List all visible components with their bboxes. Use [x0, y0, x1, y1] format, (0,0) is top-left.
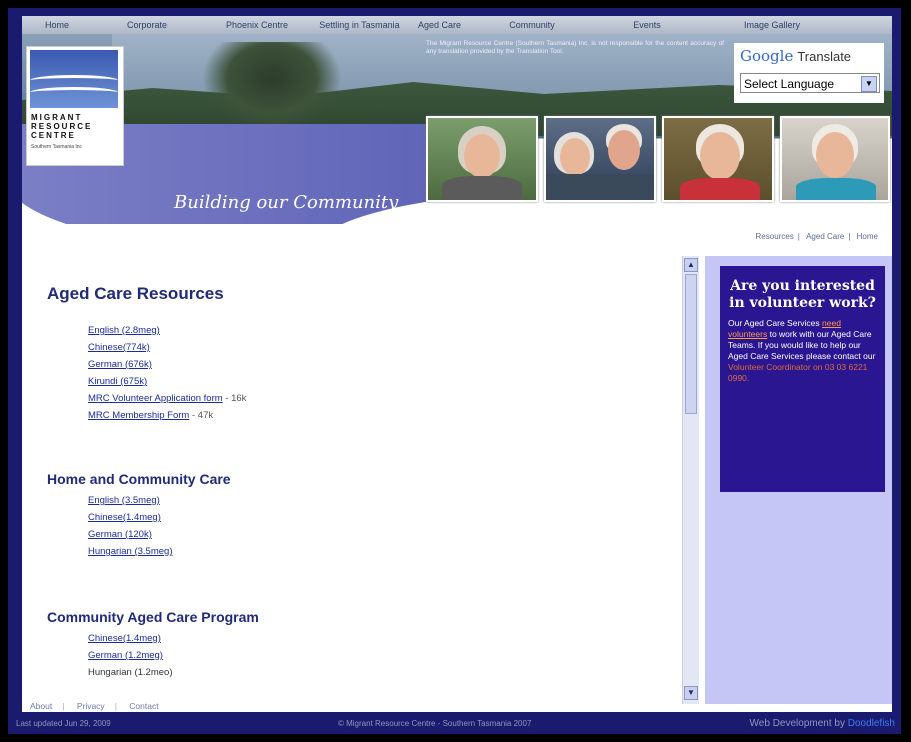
home-care-links: English (3.5meg) Chinese(1.4meg) German … [88, 492, 173, 560]
volunteer-text: Our Aged Care Services need volunteers t… [728, 318, 876, 383]
resource-link[interactable]: English (3.5meg) [88, 495, 160, 506]
file-size: - 47k [189, 410, 214, 421]
top-nav: Home Corporate Phoenix Centre Settling i… [22, 16, 892, 34]
language-select[interactable]: Select Language ▼ [740, 73, 880, 93]
list-item: English (2.8meg) [88, 322, 246, 339]
page-title: Aged Care Resources [47, 284, 224, 303]
google-translate-logo: Google Translate [740, 47, 852, 65]
volunteer-heading: Are you interested in volunteer work? [729, 278, 876, 311]
tree-image [202, 42, 342, 132]
nav-corporate[interactable]: Corporate [92, 20, 202, 30]
copyright: © Migrant Resource Centre - Southern Tas… [338, 719, 532, 728]
footer-privacy[interactable]: Privacy [77, 701, 105, 711]
content-scrollbar[interactable]: ▲ ▼ [682, 256, 699, 704]
page-frame: Home Corporate Phoenix Centre Settling i… [8, 8, 901, 734]
photo-woman-2 [662, 116, 774, 202]
resource-link[interactable]: Kirundi (675k) [88, 376, 147, 387]
tagline: Building our Community [174, 192, 399, 213]
chevron-down-icon[interactable]: ▼ [861, 76, 877, 92]
resource-link[interactable]: Hungarian (3.5meg) [88, 546, 173, 557]
aged-care-links: English (2.8meg) Chinese(774k) German (6… [88, 322, 246, 424]
google-translate-widget: Google Translate Select Language ▼ [734, 43, 884, 103]
photo-woman-3 [780, 116, 890, 202]
translation-disclaimer: The Migrant Resource Centre (Southern Ta… [426, 40, 724, 55]
last-updated: Last updated Jun 29, 2009 [16, 719, 111, 728]
list-item: Chinese(1.4meg) [88, 509, 173, 526]
logo[interactable]: MIGRANT RESOURCE CENTRE Southern Tasmani… [26, 46, 124, 166]
resource-link[interactable]: Chinese(1.4meg) [88, 633, 161, 644]
photo-couple [544, 116, 656, 202]
list-item: German (1.2meg) [88, 647, 173, 664]
section-heading-cacp: Community Aged Care Program [47, 609, 259, 625]
developer-link[interactable]: Doodlefish [848, 718, 895, 729]
breadcrumb-resources[interactable]: Resources [756, 232, 794, 241]
list-item: German (676k) [88, 356, 246, 373]
breadcrumb-home[interactable]: Home [857, 232, 878, 241]
list-item: Hungarian (3.5meg) [88, 543, 173, 560]
list-item: Kirundi (675k) [88, 373, 246, 390]
footer-about[interactable]: About [30, 701, 52, 711]
scroll-up-icon[interactable]: ▲ [684, 258, 698, 272]
nav-settling[interactable]: Settling in Tasmania [312, 20, 407, 30]
resource-link[interactable]: German (1.2meg) [88, 650, 163, 661]
list-item: MRC Membership Form - 47k [88, 407, 246, 424]
nav-aged-care[interactable]: Aged Care [407, 20, 472, 30]
sidebar: Are you interested in volunteer work? Ou… [705, 256, 892, 704]
list-item: English (3.5meg) [88, 492, 173, 509]
resource-link[interactable]: German (120k) [88, 529, 152, 540]
nav-image-gallery[interactable]: Image Gallery [702, 20, 842, 30]
footer-contact[interactable]: Contact [129, 701, 158, 711]
resource-link[interactable]: MRC Membership Form [88, 410, 189, 421]
list-item: Chinese(774k) [88, 339, 246, 356]
resource-link[interactable]: German (676k) [88, 359, 152, 370]
photo-woman-1 [426, 116, 538, 202]
breadcrumb: Resources | Aged Care | Home [755, 232, 878, 241]
list-item: MRC Volunteer Application form - 16k [88, 390, 246, 407]
footer-links: About | Privacy | Contact [30, 701, 159, 711]
main-content: Aged Care Resources English (2.8meg) Chi… [22, 246, 690, 706]
section-heading-home-care: Home and Community Care [47, 471, 231, 487]
scroll-down-icon[interactable]: ▼ [684, 686, 698, 700]
list-item: Chinese(1.4meg) [88, 630, 173, 647]
nav-community[interactable]: Community [472, 20, 592, 30]
nav-phoenix-centre[interactable]: Phoenix Centre [202, 20, 312, 30]
web-development-credit: Web Development by Doodlefish [749, 718, 895, 729]
list-item: German (120k) [88, 526, 173, 543]
resource-link[interactable]: English (2.8meg) [88, 325, 160, 336]
scroll-thumb[interactable] [685, 274, 697, 414]
cacp-links: Chinese(1.4meg) German (1.2meg) Hungaria… [88, 630, 173, 681]
resource-link[interactable]: Chinese(1.4meg) [88, 512, 161, 523]
nav-home[interactable]: Home [22, 20, 92, 30]
volunteer-coordinator: Volunteer Coordinator on 03 03 6221 0990… [728, 362, 868, 383]
page-content: Home Corporate Phoenix Centre Settling i… [22, 16, 892, 712]
resource-link[interactable]: Chinese(774k) [88, 342, 150, 353]
list-item: Hungarian (1.2meo) [88, 664, 173, 681]
google-logo: Google [740, 47, 794, 65]
file-size: - 16k [222, 393, 247, 404]
volunteer-box: Are you interested in volunteer work? Ou… [720, 266, 885, 492]
nav-events[interactable]: Events [592, 20, 702, 30]
resource-link[interactable]: MRC Volunteer Application form [88, 393, 223, 404]
resource-link[interactable]: Hungarian (1.2meo) [88, 667, 173, 678]
bottom-bar: Last updated Jun 29, 2009 © Migrant Reso… [8, 712, 901, 734]
breadcrumb-aged-care[interactable]: Aged Care [806, 232, 844, 241]
